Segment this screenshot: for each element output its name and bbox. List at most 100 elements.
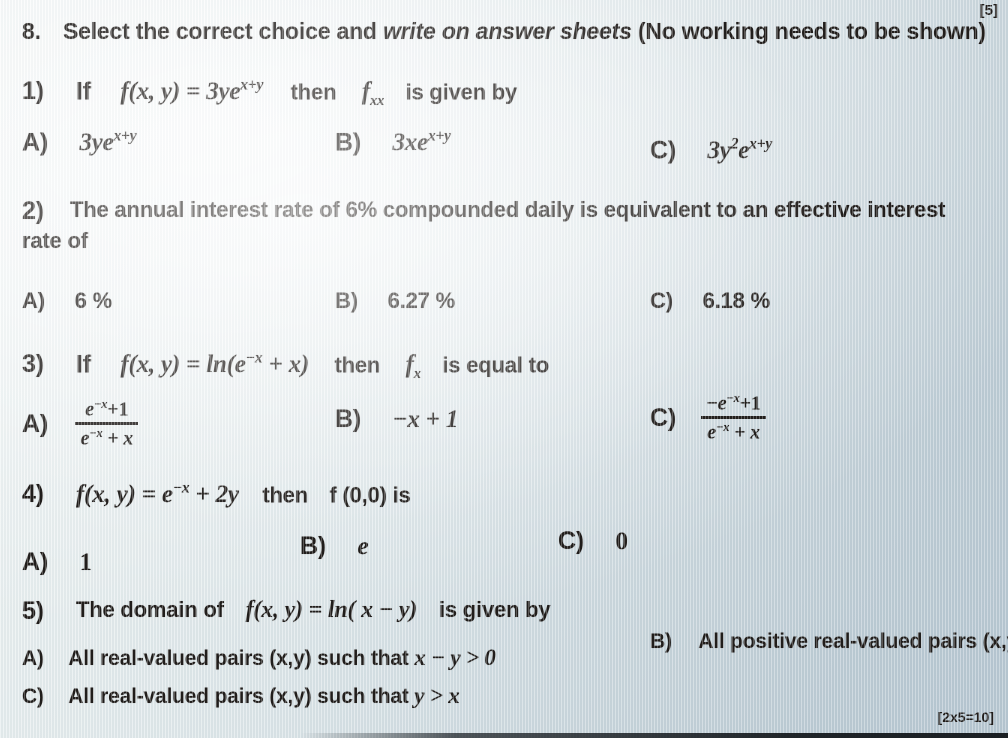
item-5-option-c-letter: C) [22,685,44,708]
item-5-function: f(x, y) = ln( x − y) [245,597,418,623]
item-1-option-b-exponent: x+y [427,128,451,145]
item-4-stem: f(x, y) = e−x + 2y then f (0,0) is [76,480,411,509]
item-3-function: f(x, y) = ln(e−x + x) [120,350,309,379]
item-5-option-a-math: x − y > 0 [414,645,496,670]
item-3-symbol-base: f [405,351,414,379]
item-2-option-c[interactable]: C) 6.18 % [650,288,770,314]
item-3-option-a-letter: A) [22,409,48,438]
item-1-option-b-base: 3xe [392,129,428,157]
item-2-option-a-letter: A) [22,288,45,313]
item-3-label: 3) [22,350,44,378]
item-3-option-a-numerator: e−x+1 [75,397,139,426]
item-1-label: 1) [22,77,44,105]
item-4-option-c-value: 0 [615,528,628,555]
item-3-option-b-letter: B) [335,405,361,433]
item-5-option-a[interactable]: A) All real-valued pairs (x,y) such that… [22,645,496,671]
item-4-label: 4) [22,480,44,508]
item-2-label: 2) [22,197,44,225]
instruction-part-1: Select the correct choice and [63,18,383,44]
item-1-stem-prefix: If [76,77,91,106]
item-5-stem-prefix: The domain of [76,597,224,622]
item-1-option-a-letter: A) [22,128,48,157]
item-3-option-a-fraction: e−x+1 e−x + x [75,397,139,451]
item-1-symbol-base: f [361,78,370,106]
item-4-function-base: f(x, y) = e [76,481,173,509]
item-3-option-c-letter: C) [650,403,676,432]
item-4-function: f(x, y) = e−x + 2y [76,480,239,509]
item-4-option-c[interactable]: C) 0 [558,527,628,556]
item-5-stem: The domain of f(x, y) = ln( x − y) is gi… [76,597,551,624]
item-5-option-a-value: All real-valued pairs (x,y) such that [68,647,415,670]
item-5-option-b-letter: B) [650,630,672,653]
item-1-option-a[interactable]: A) 3yex+y [22,128,137,157]
item-5-option-a-letter: A) [22,647,44,670]
item-1-function-exponent: x+y [240,77,264,94]
page-content: [5] 8. Select the correct choice and wri… [0,0,1008,738]
item-3-function-tail: + x) [262,351,309,379]
item-3-option-c-num-lead: − [706,392,718,415]
item-2-option-b[interactable]: B) 6.27 % [335,288,455,314]
item-3-option-b-value: −x + 1 [392,406,459,433]
item-3-option-a-den-tail: + x [102,427,134,450]
item-3-option-a-den-base: e [80,427,90,450]
item-3-option-c[interactable]: C) −e−x+1 e−x + x [650,391,766,445]
item-1-option-c[interactable]: C) 3y2ex+y [650,136,772,165]
item-3-option-a-num-base: e [85,398,94,421]
item-3-option-c-den-tail: + x [729,421,760,444]
item-1-option-a-exponent: x+y [113,128,137,145]
item-2-option-c-value: 6.18 % [702,288,770,313]
item-3-symbol: fx [405,351,421,382]
item-4-option-b-letter: B) [300,532,326,560]
item-1-option-c-base2: e [738,137,750,165]
item-4-option-b[interactable]: B) e [300,532,369,561]
item-1-option-c-exponent: x+y [749,136,773,153]
item-5-option-b[interactable]: B) All positive real-valued pairs (x,y) [650,630,1008,654]
item-3-stem: If f(x, y) = ln(e−x + x) then fx is equa… [76,350,549,383]
instruction-emphasis: write on answer sheets [382,18,632,44]
item-1-function: f(x, y) = 3yex+y [120,77,264,106]
item-1-symbol: fxx [361,78,384,109]
item-3-option-a-num-exponent: −x [93,397,108,411]
item-5-stem-suffix: is given by [438,597,551,622]
item-5-option-b-value: All positive real-valued pairs (x,y) [698,630,1008,653]
instruction-part-2: (No working needs to be shown) [631,18,986,44]
item-5-option-c[interactable]: C) All real-valued pairs (x,y) such that… [22,683,460,709]
item-4-option-a[interactable]: A) 1 [22,548,92,577]
item-1-stem-middle: then [290,79,337,105]
item-2-stem-line-1: The annual interest rate of 6% compounde… [70,197,946,222]
item-3-option-a-denominator: e−x + x [75,425,138,450]
item-1-option-b[interactable]: B) 3xex+y [335,128,451,157]
item-1-symbol-subscript: xx [369,93,385,110]
item-1-option-c-letter: C) [650,136,676,165]
bottom-marks-label: [2x5=10] [937,709,994,725]
item-1-option-c-base: 3y [707,137,731,165]
item-3-option-a-den-exponent: −x [89,426,103,441]
item-3-option-a-num-tail: +1 [107,398,129,421]
item-3-option-c-num-tail: +1 [739,392,761,415]
item-3-option-c-num-exponent: −x [726,391,740,405]
item-2-option-a-value: 6 % [74,288,113,313]
item-3-option-a[interactable]: A) e−x+1 e−x + x [22,397,139,451]
item-2-option-a[interactable]: A) 6 % [22,288,112,314]
exam-page: [5] 8. Select the correct choice and wri… [0,0,1008,738]
item-1-option-c-value: 3y2ex+y [707,136,773,165]
item-3-function-base: f(x, y) = ln(e [120,351,246,379]
item-3-option-c-numerator: −e−x+1 [701,391,766,420]
item-2-option-b-value: 6.27 % [387,288,455,313]
item-3-option-c-den-base: e [707,421,716,444]
item-4-option-a-value: 1 [79,549,92,576]
item-2-stem-line-2: rate of [22,228,88,253]
item-1-option-b-value: 3xex+y [392,128,451,157]
item-5-option-c-math: y > x [414,683,460,708]
page-bottom-edge [300,733,1008,738]
item-1-function-base: f(x, y) = 3ye [120,78,241,106]
item-4-option-b-value: e [357,533,369,560]
question-number: 8. [22,18,41,44]
item-2-option-c-letter: C) [650,288,673,313]
item-3-option-c-denominator: e−x + x [701,419,765,444]
item-1-stem-suffix: is given by [405,79,518,105]
item-1-option-a-value: 3yex+y [79,128,137,156]
item-3-option-b[interactable]: B) −x + 1 [335,405,458,434]
item-4-stem-suffix: f (0,0) is [329,482,411,508]
item-5-label: 5) [22,597,44,625]
